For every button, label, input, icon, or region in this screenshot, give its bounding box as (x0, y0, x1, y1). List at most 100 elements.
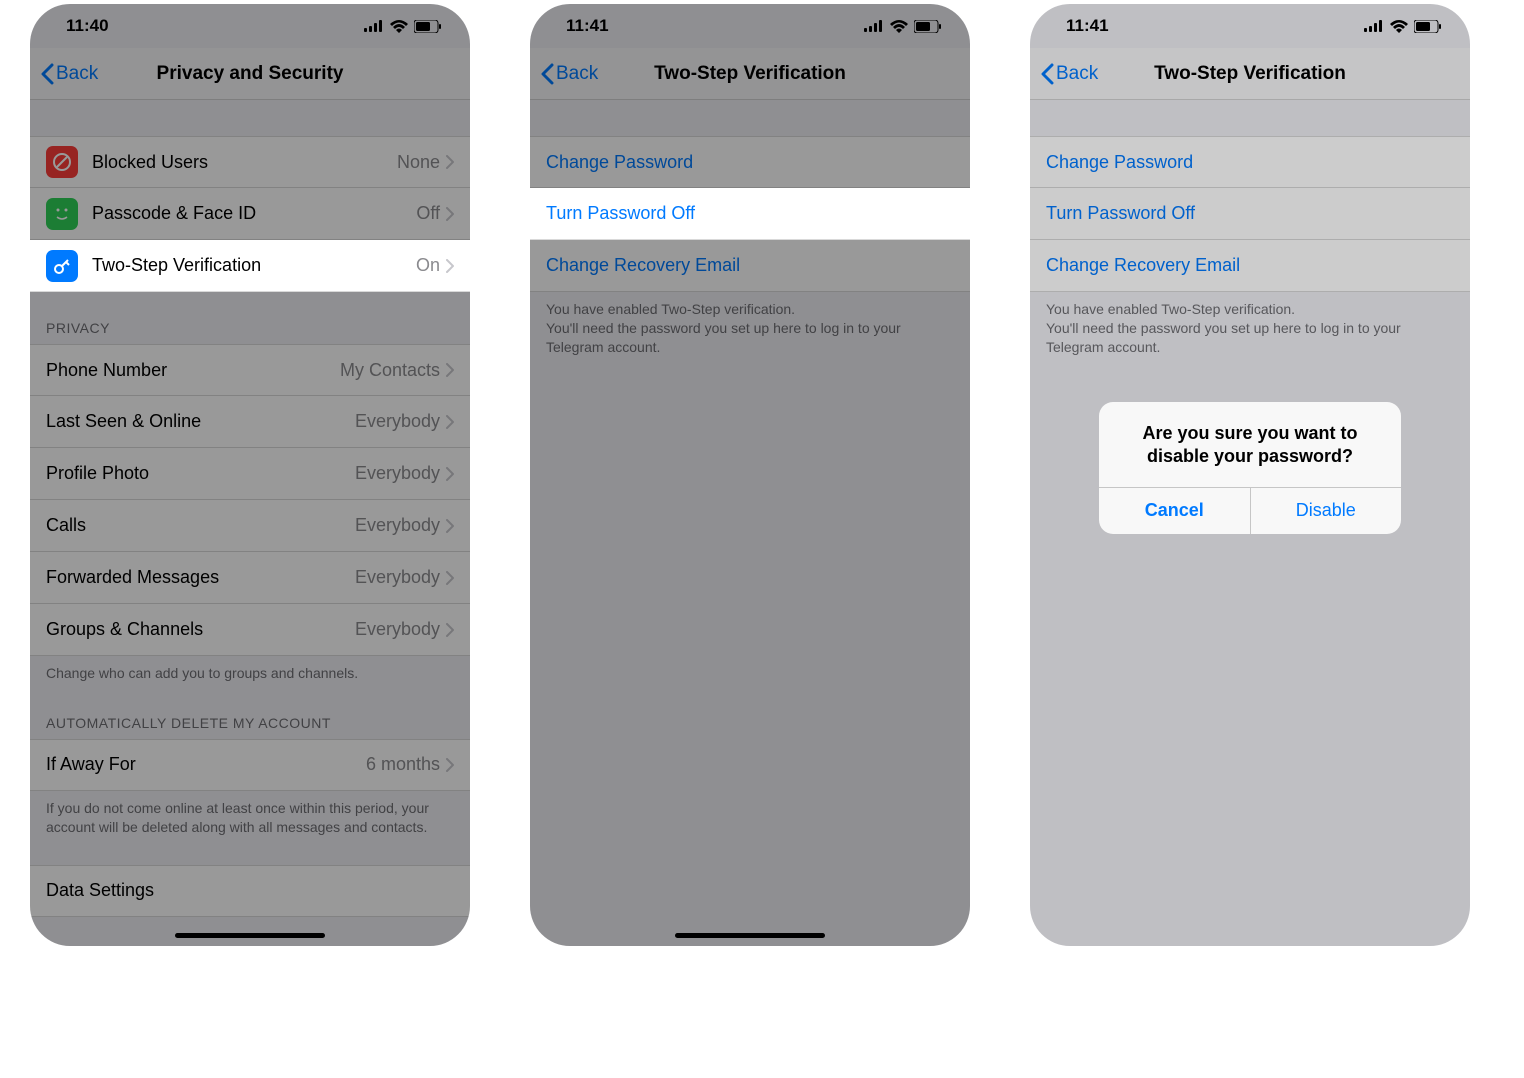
privacy-footer: Change who can add you to groups and cha… (30, 656, 470, 687)
home-indicator[interactable] (175, 933, 325, 938)
two-step-verification-row[interactable]: Two-Step Verification On (30, 240, 470, 292)
nav-bar: Back Two-Step Verification (1030, 48, 1470, 100)
chevron-right-icon (446, 758, 454, 772)
row-value: 6 months (366, 754, 440, 775)
row-label: Forwarded Messages (46, 567, 355, 588)
wifi-icon (890, 20, 908, 33)
row-label: Change Password (1046, 152, 1193, 173)
status-indicators (1364, 20, 1442, 33)
row-value: On (416, 255, 440, 276)
status-time: 11:41 (1066, 16, 1109, 36)
status-time: 11:40 (66, 16, 109, 36)
row-label: Blocked Users (92, 152, 397, 173)
wifi-icon (390, 20, 408, 33)
signal-icon (864, 20, 884, 32)
signal-icon (364, 20, 384, 32)
calls-row[interactable]: Calls Everybody (30, 500, 470, 552)
row-label: Data Settings (46, 880, 454, 901)
nav-bar: Back Privacy and Security (30, 48, 470, 100)
status-bar: 11:40 (30, 4, 470, 48)
row-label: Last Seen & Online (46, 411, 355, 432)
chevron-right-icon (446, 623, 454, 637)
back-button[interactable]: Back (30, 63, 98, 85)
data-settings-row[interactable]: Data Settings (30, 865, 470, 917)
alert-message: Are you sure you want to disable your pa… (1099, 402, 1401, 487)
row-label: Groups & Channels (46, 619, 355, 640)
chevron-right-icon (446, 207, 454, 221)
row-value: Everybody (355, 515, 440, 536)
back-label: Back (56, 63, 98, 85)
wifi-icon (1390, 20, 1408, 33)
screen-privacy-security: 11:40 Back Privacy and Security Blocked … (30, 4, 470, 946)
battery-icon (1414, 20, 1442, 33)
chevron-right-icon (446, 571, 454, 585)
battery-icon (414, 20, 442, 33)
status-bar: 11:41 (530, 4, 970, 48)
delete-header: AUTOMATICALLY DELETE MY ACCOUNT (30, 687, 470, 739)
options-section: Change Password Turn Password Off Change… (530, 136, 970, 292)
row-value: Off (416, 203, 440, 224)
row-label: Change Recovery Email (546, 255, 740, 276)
turn-password-off-row[interactable]: Turn Password Off (530, 188, 970, 240)
change-password-row[interactable]: Change Password (530, 136, 970, 188)
alert-buttons: Cancel Disable (1099, 487, 1401, 534)
change-recovery-email-row[interactable]: Change Recovery Email (1030, 240, 1470, 292)
chevron-right-icon (446, 363, 454, 377)
passcode-icon (46, 198, 78, 230)
passcode-row[interactable]: Passcode & Face ID Off (30, 188, 470, 240)
blocked-users-row[interactable]: Blocked Users None (30, 136, 470, 188)
screen-two-step-list: 11:41 Back Two-Step Verification Change … (530, 4, 970, 946)
row-label: Profile Photo (46, 463, 355, 484)
screen-two-step-alert: 11:41 Back Two-Step Verification Change … (1030, 4, 1470, 946)
status-indicators (364, 20, 442, 33)
chevron-right-icon (446, 259, 454, 273)
back-label: Back (1056, 63, 1098, 85)
cancel-button[interactable]: Cancel (1099, 488, 1251, 534)
chevron-left-icon (1040, 63, 1054, 85)
last-seen-row[interactable]: Last Seen & Online Everybody (30, 396, 470, 448)
back-button[interactable]: Back (1030, 63, 1098, 85)
data-settings-section: Data Settings (30, 865, 470, 917)
status-indicators (864, 20, 942, 33)
battery-icon (914, 20, 942, 33)
turn-password-off-row[interactable]: Turn Password Off (1030, 188, 1470, 240)
disable-button[interactable]: Disable (1251, 488, 1402, 534)
profile-photo-row[interactable]: Profile Photo Everybody (30, 448, 470, 500)
options-section: Change Password Turn Password Off Change… (1030, 136, 1470, 292)
chevron-right-icon (446, 415, 454, 429)
signal-icon (1364, 20, 1384, 32)
groups-channels-row[interactable]: Groups & Channels Everybody (30, 604, 470, 656)
status-time: 11:41 (566, 16, 609, 36)
if-away-for-row[interactable]: If Away For 6 months (30, 739, 470, 791)
chevron-left-icon (540, 63, 554, 85)
row-value: Everybody (355, 411, 440, 432)
back-button[interactable]: Back (530, 63, 598, 85)
privacy-section: Phone Number My Contacts Last Seen & Onl… (30, 344, 470, 656)
change-password-row[interactable]: Change Password (1030, 136, 1470, 188)
back-label: Back (556, 63, 598, 85)
two-step-footer: You have enabled Two-Step verification. … (1030, 292, 1470, 361)
chevron-left-icon (40, 63, 54, 85)
privacy-header: PRIVACY (30, 292, 470, 344)
blocked-icon (46, 146, 78, 178)
change-recovery-email-row[interactable]: Change Recovery Email (530, 240, 970, 292)
row-label: Change Password (546, 152, 693, 173)
row-label: Calls (46, 515, 355, 536)
security-section: Blocked Users None Passcode & Face ID Of… (30, 136, 470, 292)
row-value: My Contacts (340, 360, 440, 381)
chevron-right-icon (446, 155, 454, 169)
home-indicator[interactable] (675, 933, 825, 938)
delete-section: If Away For 6 months (30, 739, 470, 791)
status-bar: 11:41 (1030, 4, 1470, 48)
row-label: Passcode & Face ID (92, 203, 416, 224)
row-value: Everybody (355, 619, 440, 640)
forwarded-messages-row[interactable]: Forwarded Messages Everybody (30, 552, 470, 604)
row-label: If Away For (46, 754, 366, 775)
row-value: Everybody (355, 567, 440, 588)
delete-footer: If you do not come online at least once … (30, 791, 470, 841)
row-label: Turn Password Off (1046, 203, 1195, 224)
phone-number-row[interactable]: Phone Number My Contacts (30, 344, 470, 396)
chevron-right-icon (446, 467, 454, 481)
row-value: Everybody (355, 463, 440, 484)
row-label: Two-Step Verification (92, 255, 416, 276)
